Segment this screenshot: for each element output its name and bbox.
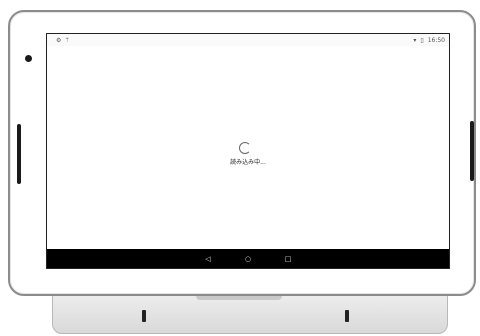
home-button[interactable]: ○	[242, 253, 254, 265]
network-icon: ᛘ	[65, 36, 69, 44]
status-bar: ⚙ ᛘ ▾ ▯ 16:50	[47, 34, 449, 46]
right-side-button	[470, 121, 474, 181]
dock-slot-right	[345, 310, 349, 322]
status-bar-left: ⚙ ᛘ	[56, 37, 69, 44]
battery-icon: ▯	[420, 36, 424, 44]
navigation-bar: ◁ ○ □	[47, 249, 449, 268]
dock-slot-left	[142, 310, 146, 322]
loading-text: 読み込み中...	[230, 159, 266, 166]
front-camera	[25, 55, 32, 62]
status-time: 16:50	[427, 36, 445, 44]
left-side-button	[17, 124, 21, 184]
recents-button[interactable]: □	[282, 253, 294, 265]
tablet-screen: ⚙ ᛘ ▾ ▯ 16:50 読み込み中... ◁ ○ □	[46, 33, 450, 269]
status-bar-right: ▾ ▯ 16:50	[413, 37, 445, 44]
app-content: 読み込み中...	[47, 46, 449, 249]
loading-spinner-icon	[239, 142, 251, 154]
back-button[interactable]: ◁	[202, 253, 214, 265]
wifi-icon: ▾	[413, 36, 417, 44]
settings-icon: ⚙	[56, 36, 62, 44]
